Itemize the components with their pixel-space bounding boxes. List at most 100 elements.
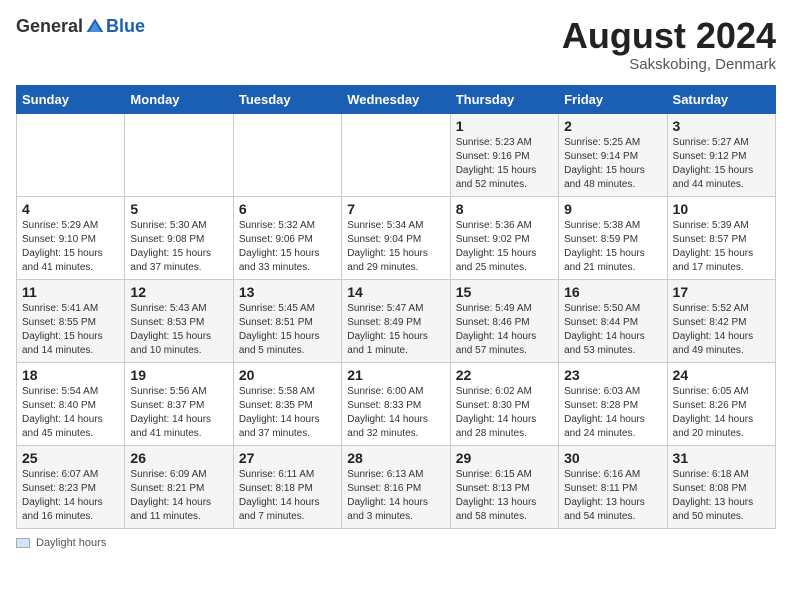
calendar-day-cell: 5 Sunrise: 5:30 AMSunset: 9:08 PMDaylight…: [125, 196, 233, 279]
day-number: 14: [347, 284, 444, 300]
day-number: 25: [22, 450, 119, 466]
calendar-day-cell: 7Sunrise: 5:34 AMSunset: 9:04 PMDaylight…: [342, 196, 450, 279]
calendar-day-cell: 21 Sunrise: 6:00 AMSunset: 8:33 PMDayligh…: [342, 362, 450, 445]
calendar-day-header: Tuesday: [233, 85, 341, 113]
day-number: 16: [564, 284, 661, 300]
day-info: Sunrise: 5:58 AMSunset: 8:35 PMDaylight:…: [239, 385, 336, 441]
day-number: 13: [239, 284, 336, 300]
legend-label: Daylight hours: [36, 537, 106, 549]
day-info: Sunrise: 5:50 AMSunset: 8:44 PMDaylight:…: [564, 302, 661, 358]
day-info: Sunrise: 6:09 AMSunset: 8:21 PMDaylight:…: [130, 468, 227, 524]
day-info: Sunrise: 6:02 AMSunset: 8:30 PMDaylight:…: [456, 385, 553, 441]
day-info: Sunrise: 5:41 AMSunset: 8:55 PMDaylight:…: [22, 302, 119, 358]
day-info: Sunrise: 6:00 AMSunset: 8:33 PMDaylight:…: [347, 385, 444, 441]
day-number: 19: [130, 367, 227, 383]
day-number: 17: [673, 284, 770, 300]
calendar-day-cell: 2 Sunrise: 5:25 AMSunset: 9:14 PMDaylight…: [559, 113, 667, 196]
day-info: Sunrise: 6:05 AMSunset: 8:26 PMDaylight:…: [673, 385, 770, 441]
day-number: 4: [22, 201, 119, 217]
calendar-week-row: 11 Sunrise: 5:41 AMSunset: 8:55 PMDayligh…: [17, 279, 776, 362]
day-info: Sunrise: 5:27 AMSunset: 9:12 PMDaylight:…: [673, 136, 770, 192]
day-number: 23: [564, 367, 661, 383]
logo-blue: Blue: [106, 16, 145, 37]
day-info: Sunrise: 6:16 AMSunset: 8:11 PMDaylight:…: [564, 468, 661, 524]
day-number: 21: [347, 367, 444, 383]
title-section: August 2024 Sakskobing, Denmark: [562, 16, 776, 73]
day-number: 18: [22, 367, 119, 383]
calendar-day-cell: 10Sunrise: 5:39 AMSunset: 8:57 PMDayligh…: [667, 196, 775, 279]
logo-general: General: [16, 16, 83, 37]
day-number: 20: [239, 367, 336, 383]
day-number: 12: [130, 284, 227, 300]
calendar-day-header: Saturday: [667, 85, 775, 113]
calendar-day-cell: 14 Sunrise: 5:47 AMSunset: 8:49 PMDayligh…: [342, 279, 450, 362]
day-info: Sunrise: 6:07 AMSunset: 8:23 PMDaylight:…: [22, 468, 119, 524]
day-number: 2: [564, 118, 661, 134]
calendar-day-cell: 18 Sunrise: 5:54 AMSunset: 8:40 PMDayligh…: [17, 362, 125, 445]
day-info: Sunrise: 5:43 AMSunset: 8:53 PMDaylight:…: [130, 302, 227, 358]
day-info: Sunrise: 5:38 AMSunset: 8:59 PMDaylight:…: [564, 219, 661, 275]
day-info: Sunrise: 5:36 AMSunset: 9:02 PMDaylight:…: [456, 219, 553, 275]
day-number: 28: [347, 450, 444, 466]
day-info: Sunrise: 5:32 AMSunset: 9:06 PMDaylight:…: [239, 219, 336, 275]
calendar-header-row: SundayMondayTuesdayWednesdayThursdayFrid…: [17, 85, 776, 113]
day-info: Sunrise: 6:03 AMSunset: 8:28 PMDaylight:…: [564, 385, 661, 441]
calendar-day-cell: 6 Sunrise: 5:32 AMSunset: 9:06 PMDaylight…: [233, 196, 341, 279]
calendar-day-cell: 13 Sunrise: 5:45 AMSunset: 8:51 PMDayligh…: [233, 279, 341, 362]
calendar-day-cell: 29Sunrise: 6:15 AMSunset: 8:13 PMDayligh…: [450, 445, 558, 528]
day-number: 11: [22, 284, 119, 300]
calendar-day-cell: 20 Sunrise: 5:58 AMSunset: 8:35 PMDayligh…: [233, 362, 341, 445]
day-number: 1: [456, 118, 553, 134]
day-number: 6: [239, 201, 336, 217]
day-number: 31: [673, 450, 770, 466]
day-number: 5: [130, 201, 227, 217]
day-number: 24: [673, 367, 770, 383]
day-info: Sunrise: 6:13 AMSunset: 8:16 PMDaylight:…: [347, 468, 444, 524]
calendar-week-row: 25 Sunrise: 6:07 AMSunset: 8:23 PMDayligh…: [17, 445, 776, 528]
logo-icon: [85, 17, 105, 37]
legend: Daylight hours: [16, 537, 776, 549]
calendar-day-cell: 27Sunrise: 6:11 AMSunset: 8:18 PMDayligh…: [233, 445, 341, 528]
calendar-day-cell: 8 Sunrise: 5:36 AMSunset: 9:02 PMDaylight…: [450, 196, 558, 279]
calendar-day-cell: 16 Sunrise: 5:50 AMSunset: 8:44 PMDayligh…: [559, 279, 667, 362]
calendar-day-cell: 22 Sunrise: 6:02 AMSunset: 8:30 PMDayligh…: [450, 362, 558, 445]
day-info: Sunrise: 5:47 AMSunset: 8:49 PMDaylight:…: [347, 302, 444, 358]
day-number: 3: [673, 118, 770, 134]
calendar-day-cell: [233, 113, 341, 196]
day-info: Sunrise: 5:25 AMSunset: 9:14 PMDaylight:…: [564, 136, 661, 192]
day-info: Sunrise: 5:23 AMSunset: 9:16 PMDaylight:…: [456, 136, 553, 192]
calendar-day-cell: 25 Sunrise: 6:07 AMSunset: 8:23 PMDayligh…: [17, 445, 125, 528]
day-info: Sunrise: 5:54 AMSunset: 8:40 PMDaylight:…: [22, 385, 119, 441]
calendar-day-cell: 23 Sunrise: 6:03 AMSunset: 8:28 PMDayligh…: [559, 362, 667, 445]
day-number: 8: [456, 201, 553, 217]
day-info: Sunrise: 5:29 AMSunset: 9:10 PMDaylight:…: [22, 219, 119, 275]
day-number: 22: [456, 367, 553, 383]
legend-box: [16, 538, 30, 548]
calendar-day-cell: 24 Sunrise: 6:05 AMSunset: 8:26 PMDayligh…: [667, 362, 775, 445]
day-info: Sunrise: 5:52 AMSunset: 8:42 PMDaylight:…: [673, 302, 770, 358]
calendar-day-cell: 1 Sunrise: 5:23 AMSunset: 9:16 PMDaylight…: [450, 113, 558, 196]
day-info: Sunrise: 5:45 AMSunset: 8:51 PMDaylight:…: [239, 302, 336, 358]
calendar-table: SundayMondayTuesdayWednesdayThursdayFrid…: [16, 85, 776, 529]
calendar-day-cell: 12 Sunrise: 5:43 AMSunset: 8:53 PMDayligh…: [125, 279, 233, 362]
calendar-week-row: 18 Sunrise: 5:54 AMSunset: 8:40 PMDayligh…: [17, 362, 776, 445]
calendar-day-cell: [125, 113, 233, 196]
calendar-day-cell: 26 Sunrise: 6:09 AMSunset: 8:21 PMDayligh…: [125, 445, 233, 528]
day-info: Sunrise: 5:34 AMSunset: 9:04 PMDaylight:…: [347, 219, 444, 275]
location-subtitle: Sakskobing, Denmark: [562, 56, 776, 73]
day-info: Sunrise: 5:30 AMSunset: 9:08 PMDaylight:…: [130, 219, 227, 275]
day-info: Sunrise: 5:49 AMSunset: 8:46 PMDaylight:…: [456, 302, 553, 358]
calendar-day-cell: 19Sunrise: 5:56 AMSunset: 8:37 PMDayligh…: [125, 362, 233, 445]
calendar-day-cell: 30Sunrise: 6:16 AMSunset: 8:11 PMDayligh…: [559, 445, 667, 528]
day-number: 26: [130, 450, 227, 466]
day-number: 9: [564, 201, 661, 217]
calendar-day-header: Thursday: [450, 85, 558, 113]
month-year-title: August 2024: [562, 16, 776, 56]
calendar-week-row: 1 Sunrise: 5:23 AMSunset: 9:16 PMDaylight…: [17, 113, 776, 196]
calendar-day-cell: 3 Sunrise: 5:27 AMSunset: 9:12 PMDaylight…: [667, 113, 775, 196]
calendar-day-header: Sunday: [17, 85, 125, 113]
calendar-day-cell: 31Sunrise: 6:18 AMSunset: 8:08 PMDayligh…: [667, 445, 775, 528]
day-number: 10: [673, 201, 770, 217]
calendar-day-cell: [342, 113, 450, 196]
calendar-day-cell: [17, 113, 125, 196]
